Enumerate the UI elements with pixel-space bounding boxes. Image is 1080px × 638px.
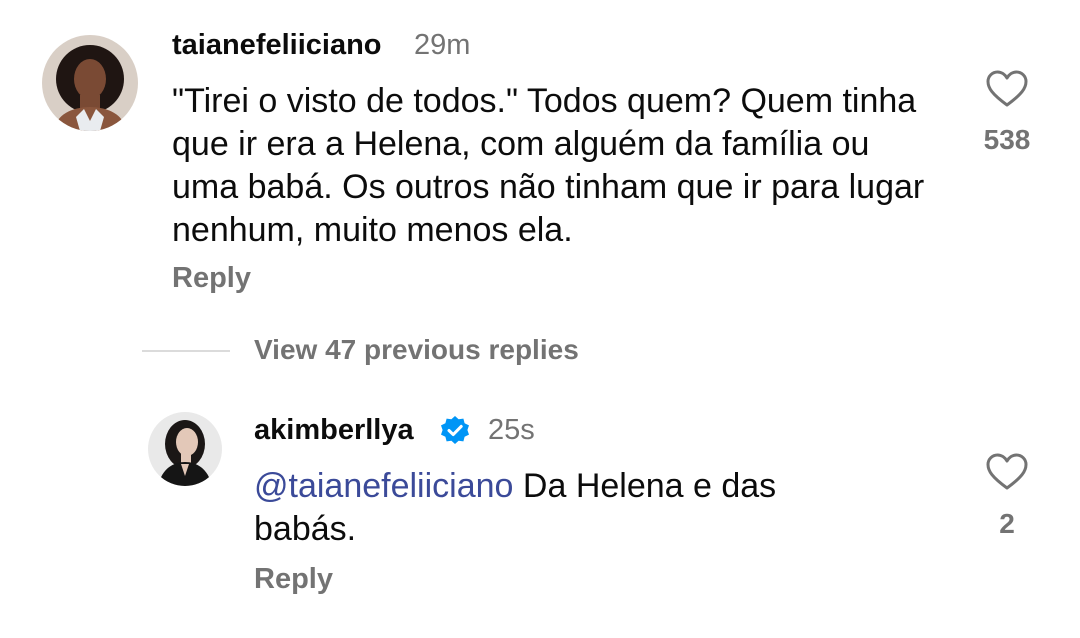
comment-text: "Tirei o visto de todos." Todos quem? Qu… <box>172 82 925 249</box>
heart-outline-icon[interactable] <box>986 453 1028 496</box>
view-previous-replies-button[interactable]: View 47 previous replies <box>254 334 579 366</box>
like-count: 2 <box>999 508 1015 539</box>
comment-timestamp: 29m <box>414 29 471 61</box>
mention-link[interactable]: @taianefeliiciano <box>254 467 513 505</box>
avatar-akimberllya[interactable] <box>148 412 222 486</box>
avatar-taianefeliiciano[interactable] <box>42 35 138 131</box>
verified-badge-icon <box>439 415 471 452</box>
reply-username[interactable]: akimberllya <box>254 414 414 447</box>
reply-button[interactable]: Reply <box>254 563 333 596</box>
reply-timestamp: 25s <box>488 414 535 446</box>
reply-text: @taianefeliiciano Da Helena e das babás. <box>254 465 874 551</box>
replies-divider <box>142 350 230 352</box>
like-count: 538 <box>983 124 1031 155</box>
reply-button[interactable]: Reply <box>172 262 251 295</box>
heart-outline-icon[interactable] <box>986 70 1028 113</box>
comment-username[interactable]: taianefeliiciano <box>172 29 382 62</box>
